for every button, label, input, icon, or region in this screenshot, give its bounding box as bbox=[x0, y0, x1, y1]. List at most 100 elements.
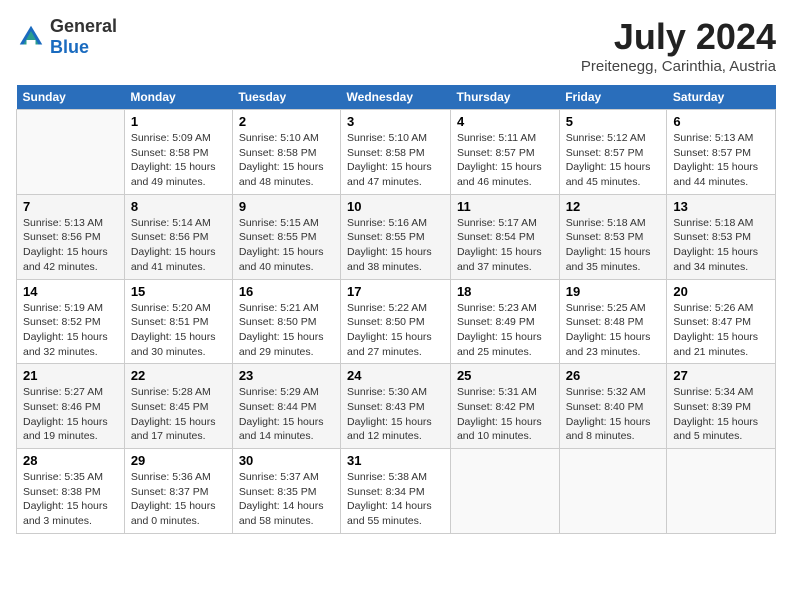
day-number: 30 bbox=[239, 453, 334, 468]
weekday-header: Monday bbox=[124, 85, 232, 110]
calendar-cell bbox=[559, 449, 667, 534]
calendar-cell: 11 Sunrise: 5:17 AM Sunset: 8:54 PM Dayli… bbox=[450, 194, 559, 279]
calendar-cell: 13 Sunrise: 5:18 AM Sunset: 8:53 PM Dayli… bbox=[667, 194, 776, 279]
day-number: 26 bbox=[566, 368, 661, 383]
day-info: Sunrise: 5:10 AM Sunset: 8:58 PM Dayligh… bbox=[239, 131, 334, 190]
calendar-cell: 23 Sunrise: 5:29 AM Sunset: 8:44 PM Dayli… bbox=[232, 364, 340, 449]
day-number: 3 bbox=[347, 114, 444, 129]
day-info: Sunrise: 5:13 AM Sunset: 8:57 PM Dayligh… bbox=[673, 131, 769, 190]
day-number: 2 bbox=[239, 114, 334, 129]
day-info: Sunrise: 5:10 AM Sunset: 8:58 PM Dayligh… bbox=[347, 131, 444, 190]
day-info: Sunrise: 5:20 AM Sunset: 8:51 PM Dayligh… bbox=[131, 301, 226, 360]
day-info: Sunrise: 5:38 AM Sunset: 8:34 PM Dayligh… bbox=[347, 470, 444, 529]
weekday-header: Wednesday bbox=[341, 85, 451, 110]
calendar-cell: 1 Sunrise: 5:09 AM Sunset: 8:58 PM Daylig… bbox=[124, 110, 232, 195]
weekday-header: Sunday bbox=[17, 85, 125, 110]
calendar-week: 21Sunrise: 5:27 AM Sunset: 8:46 PM Dayli… bbox=[17, 364, 776, 449]
calendar-cell: 21Sunrise: 5:27 AM Sunset: 8:46 PM Dayli… bbox=[17, 364, 125, 449]
day-info: Sunrise: 5:12 AM Sunset: 8:57 PM Dayligh… bbox=[566, 131, 661, 190]
day-number: 14 bbox=[23, 284, 118, 299]
calendar-cell: 31Sunrise: 5:38 AM Sunset: 8:34 PM Dayli… bbox=[341, 449, 451, 534]
calendar-cell: 2 Sunrise: 5:10 AM Sunset: 8:58 PM Daylig… bbox=[232, 110, 340, 195]
logo-general: General bbox=[50, 16, 117, 37]
day-number: 23 bbox=[239, 368, 334, 383]
day-number: 29 bbox=[131, 453, 226, 468]
day-number: 4 bbox=[457, 114, 553, 129]
day-number: 9 bbox=[239, 199, 334, 214]
weekday-header: Thursday bbox=[450, 85, 559, 110]
calendar-cell: 7 Sunrise: 5:13 AM Sunset: 8:56 PM Daylig… bbox=[17, 194, 125, 279]
day-info: Sunrise: 5:28 AM Sunset: 8:45 PM Dayligh… bbox=[131, 385, 226, 444]
calendar-cell: 27Sunrise: 5:34 AM Sunset: 8:39 PM Dayli… bbox=[667, 364, 776, 449]
day-number: 17 bbox=[347, 284, 444, 299]
logo-text: General Blue bbox=[50, 16, 117, 58]
day-info: Sunrise: 5:29 AM Sunset: 8:44 PM Dayligh… bbox=[239, 385, 334, 444]
weekday-header: Saturday bbox=[667, 85, 776, 110]
calendar-cell: 4 Sunrise: 5:11 AM Sunset: 8:57 PM Daylig… bbox=[450, 110, 559, 195]
day-info: Sunrise: 5:25 AM Sunset: 8:48 PM Dayligh… bbox=[566, 301, 661, 360]
calendar-cell: 12Sunrise: 5:18 AM Sunset: 8:53 PM Dayli… bbox=[559, 194, 667, 279]
day-number: 20 bbox=[673, 284, 769, 299]
calendar-cell: 5 Sunrise: 5:12 AM Sunset: 8:57 PM Daylig… bbox=[559, 110, 667, 195]
day-info: Sunrise: 5:36 AM Sunset: 8:37 PM Dayligh… bbox=[131, 470, 226, 529]
day-number: 13 bbox=[673, 199, 769, 214]
day-info: Sunrise: 5:13 AM Sunset: 8:56 PM Dayligh… bbox=[23, 216, 118, 275]
calendar-cell: 29 Sunrise: 5:36 AM Sunset: 8:37 PM Dayli… bbox=[124, 449, 232, 534]
day-info: Sunrise: 5:37 AM Sunset: 8:35 PM Dayligh… bbox=[239, 470, 334, 529]
day-number: 15 bbox=[131, 284, 226, 299]
logo-blue: Blue bbox=[50, 37, 117, 58]
day-info: Sunrise: 5:11 AM Sunset: 8:57 PM Dayligh… bbox=[457, 131, 553, 190]
calendar-cell: 15 Sunrise: 5:20 AM Sunset: 8:51 PM Dayli… bbox=[124, 279, 232, 364]
weekday-header: Friday bbox=[559, 85, 667, 110]
day-number: 10 bbox=[347, 199, 444, 214]
logo-icon bbox=[16, 22, 46, 52]
calendar-cell: 9Sunrise: 5:15 AM Sunset: 8:55 PM Daylig… bbox=[232, 194, 340, 279]
calendar-cell: 20 Sunrise: 5:26 AM Sunset: 8:47 PM Dayli… bbox=[667, 279, 776, 364]
calendar-cell: 16 Sunrise: 5:21 AM Sunset: 8:50 PM Dayli… bbox=[232, 279, 340, 364]
day-number: 16 bbox=[239, 284, 334, 299]
day-info: Sunrise: 5:26 AM Sunset: 8:47 PM Dayligh… bbox=[673, 301, 769, 360]
day-info: Sunrise: 5:21 AM Sunset: 8:50 PM Dayligh… bbox=[239, 301, 334, 360]
day-number: 12 bbox=[566, 199, 661, 214]
calendar-week: 14 Sunrise: 5:19 AM Sunset: 8:52 PM Dayli… bbox=[17, 279, 776, 364]
calendar-cell: 17 Sunrise: 5:22 AM Sunset: 8:50 PM Dayli… bbox=[341, 279, 451, 364]
day-number: 7 bbox=[23, 199, 118, 214]
calendar-week: 28 Sunrise: 5:35 AM Sunset: 8:38 PM Dayli… bbox=[17, 449, 776, 534]
day-number: 11 bbox=[457, 199, 553, 214]
day-number: 1 bbox=[131, 114, 226, 129]
month-year: July 2024 bbox=[581, 16, 776, 58]
calendar-cell: 24Sunrise: 5:30 AM Sunset: 8:43 PM Dayli… bbox=[341, 364, 451, 449]
day-number: 21 bbox=[23, 368, 118, 383]
calendar-cell: 6Sunrise: 5:13 AM Sunset: 8:57 PM Daylig… bbox=[667, 110, 776, 195]
day-info: Sunrise: 5:14 AM Sunset: 8:56 PM Dayligh… bbox=[131, 216, 226, 275]
day-info: Sunrise: 5:22 AM Sunset: 8:50 PM Dayligh… bbox=[347, 301, 444, 360]
calendar-cell: 18 Sunrise: 5:23 AM Sunset: 8:49 PM Dayli… bbox=[450, 279, 559, 364]
day-number: 28 bbox=[23, 453, 118, 468]
day-number: 18 bbox=[457, 284, 553, 299]
day-info: Sunrise: 5:17 AM Sunset: 8:54 PM Dayligh… bbox=[457, 216, 553, 275]
weekday-header-row: SundayMondayTuesdayWednesdayThursdayFrid… bbox=[17, 85, 776, 110]
day-info: Sunrise: 5:34 AM Sunset: 8:39 PM Dayligh… bbox=[673, 385, 769, 444]
calendar-cell bbox=[667, 449, 776, 534]
calendar-cell: 22Sunrise: 5:28 AM Sunset: 8:45 PM Dayli… bbox=[124, 364, 232, 449]
calendar-week: 1 Sunrise: 5:09 AM Sunset: 8:58 PM Daylig… bbox=[17, 110, 776, 195]
calendar-cell: 26Sunrise: 5:32 AM Sunset: 8:40 PM Dayli… bbox=[559, 364, 667, 449]
calendar-cell: 30 Sunrise: 5:37 AM Sunset: 8:35 PM Dayli… bbox=[232, 449, 340, 534]
day-info: Sunrise: 5:31 AM Sunset: 8:42 PM Dayligh… bbox=[457, 385, 553, 444]
calendar-cell: 14 Sunrise: 5:19 AM Sunset: 8:52 PM Dayli… bbox=[17, 279, 125, 364]
day-number: 5 bbox=[566, 114, 661, 129]
header: General Blue July 2024 Preitenegg, Carin… bbox=[16, 16, 776, 75]
calendar-cell: 19Sunrise: 5:25 AM Sunset: 8:48 PM Dayli… bbox=[559, 279, 667, 364]
calendar-cell: 10Sunrise: 5:16 AM Sunset: 8:55 PM Dayli… bbox=[341, 194, 451, 279]
day-info: Sunrise: 5:09 AM Sunset: 8:58 PM Dayligh… bbox=[131, 131, 226, 190]
day-number: 24 bbox=[347, 368, 444, 383]
day-info: Sunrise: 5:19 AM Sunset: 8:52 PM Dayligh… bbox=[23, 301, 118, 360]
logo: General Blue bbox=[16, 16, 117, 58]
day-info: Sunrise: 5:18 AM Sunset: 8:53 PM Dayligh… bbox=[673, 216, 769, 275]
day-info: Sunrise: 5:23 AM Sunset: 8:49 PM Dayligh… bbox=[457, 301, 553, 360]
title-block: July 2024 Preitenegg, Carinthia, Austria bbox=[581, 16, 776, 75]
calendar-cell: 25Sunrise: 5:31 AM Sunset: 8:42 PM Dayli… bbox=[450, 364, 559, 449]
calendar-cell bbox=[17, 110, 125, 195]
calendar-cell: 8Sunrise: 5:14 AM Sunset: 8:56 PM Daylig… bbox=[124, 194, 232, 279]
day-info: Sunrise: 5:35 AM Sunset: 8:38 PM Dayligh… bbox=[23, 470, 118, 529]
